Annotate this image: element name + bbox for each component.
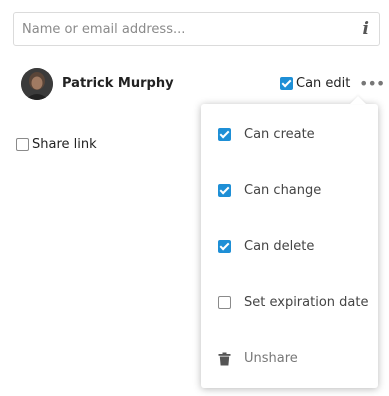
menu-item-can-create[interactable]: Can create — [201, 116, 378, 152]
can-edit-label: Can edit — [296, 76, 351, 91]
checkbox-checked-icon[interactable] — [280, 77, 293, 90]
user-name: Patrick Murphy — [62, 76, 174, 91]
checkbox-unchecked-icon[interactable] — [218, 295, 231, 309]
share-link-checkbox[interactable]: Share link — [16, 137, 97, 152]
trash-icon — [218, 351, 231, 366]
menu-item-label: Can change — [244, 182, 322, 198]
info-icon[interactable]: i — [363, 19, 369, 39]
menu-item-can-change[interactable]: Can change — [201, 172, 378, 208]
menu-item-set-expiration-date[interactable]: Set expiration date — [201, 284, 378, 320]
can-edit-checkbox[interactable]: Can edit — [280, 76, 350, 91]
menu-item-label: Set expiration date — [244, 294, 369, 310]
menu-item-label: Unshare — [244, 350, 298, 366]
share-options-menu: Can create Can change Can delete Set exp… — [201, 104, 378, 388]
menu-item-unshare[interactable]: Unshare — [201, 340, 378, 376]
share-link-label: Share link — [32, 137, 97, 152]
menu-item-label: Can delete — [244, 238, 315, 254]
checkbox-checked-icon[interactable] — [218, 127, 231, 141]
share-search-box[interactable]: i — [13, 12, 380, 46]
menu-item-can-delete[interactable]: Can delete — [201, 228, 378, 264]
avatar — [21, 68, 53, 100]
checkbox-unchecked-icon[interactable] — [16, 138, 29, 151]
more-options-icon[interactable]: ••• — [359, 74, 385, 93]
share-entry: Patrick Murphy Can edit ••• — [21, 68, 385, 102]
share-search-input[interactable] — [14, 13, 344, 45]
checkbox-checked-icon[interactable] — [218, 239, 231, 253]
checkbox-checked-icon[interactable] — [218, 183, 231, 197]
menu-item-label: Can create — [244, 126, 315, 142]
